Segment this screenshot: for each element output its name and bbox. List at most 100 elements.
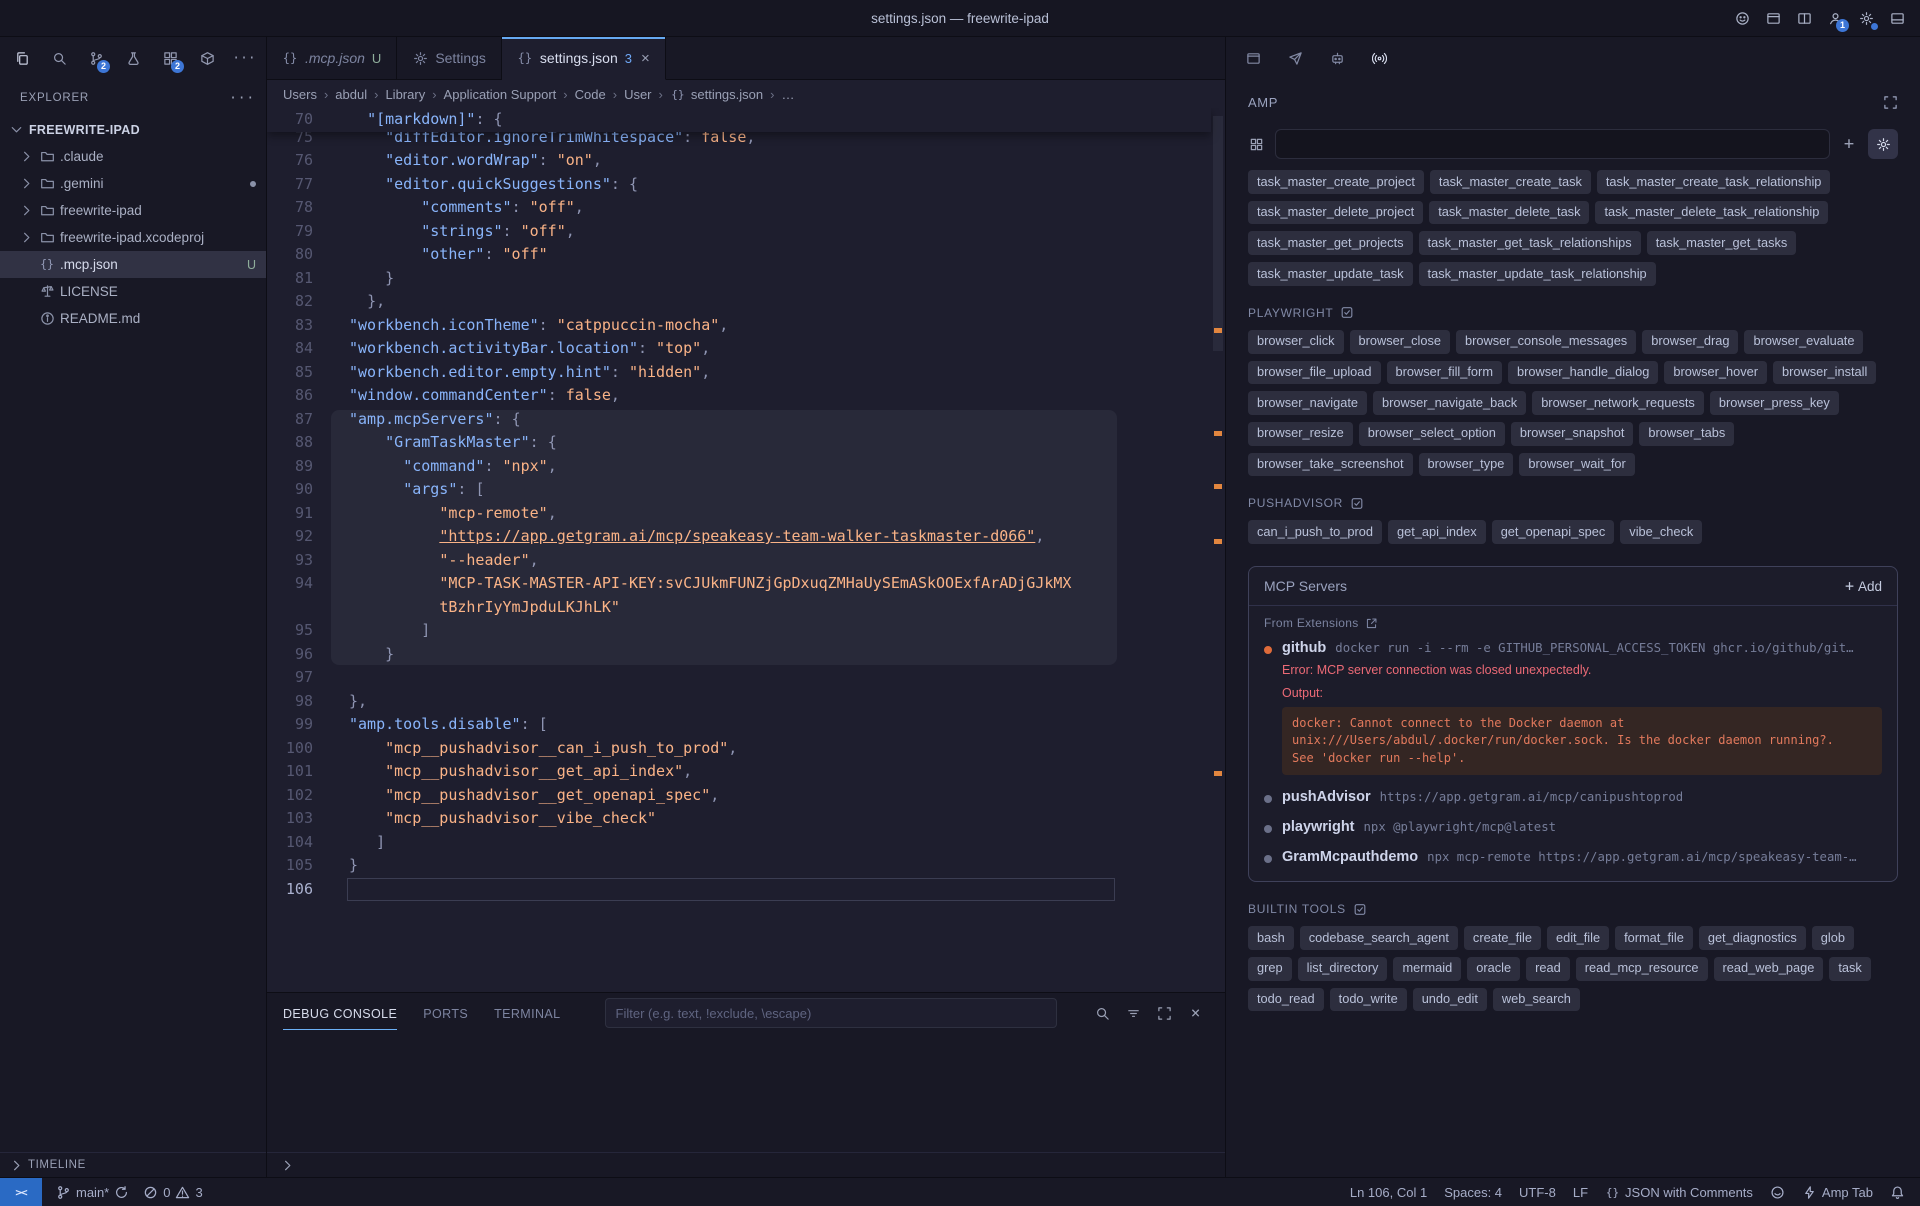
tool-chip[interactable]: browser_resize [1248,422,1353,446]
editor-line[interactable]: 79 "strings": "off", [267,220,1225,244]
code-editor[interactable]: 70 "[markdown]": { 75 "diffEditor.ignore… [267,108,1225,992]
editor-line[interactable]: 99"amp.tools.disable": [ [267,713,1225,737]
editor-line[interactable]: tBzhrIyYmJpduLKJhLK" [267,596,1225,620]
editor-line[interactable]: 106 [267,878,1225,902]
tool-chip[interactable]: read [1526,957,1570,981]
close-icon[interactable]: × [1188,1005,1204,1021]
tab-settings.json[interactable]: {}settings.json3× [502,37,666,80]
breadcrumb-item[interactable]: Code [575,87,606,102]
activity-source-control-icon[interactable]: 2 [82,44,110,74]
tool-chip[interactable]: browser_handle_dialog [1508,361,1658,385]
panel-view-broadcast-icon[interactable] [1366,46,1392,72]
tool-chip[interactable]: browser_snapshot [1511,422,1634,446]
tool-chip[interactable]: browser_network_requests [1532,391,1704,415]
mcp-server-row[interactable]: pushAdvisorhttps://app.getgram.ai/mcp/ca… [1264,779,1882,809]
tree-item[interactable]: LICENSE [0,278,266,305]
tree-item[interactable]: README.md [0,305,266,332]
branch-status[interactable]: main* [56,1185,129,1200]
editor-line[interactable]: 77 "editor.quickSuggestions": { [267,173,1225,197]
tool-chip[interactable]: task_master_get_task_relationships [1419,231,1641,255]
tool-chip[interactable]: task_master_update_task [1248,262,1413,286]
activity-search-icon[interactable] [45,44,73,74]
timeline-section[interactable]: TIMELINE [0,1152,266,1177]
chevron-right-icon[interactable] [279,1157,295,1173]
tool-chip[interactable]: browser_wait_for [1519,453,1634,477]
checkbox-icon[interactable] [1350,496,1364,510]
tool-chip[interactable]: browser_select_option [1359,422,1505,446]
search-icon[interactable] [1095,1005,1111,1021]
split-editor-icon[interactable] [1795,10,1813,28]
tool-chip[interactable]: task [1829,957,1870,981]
tool-chip[interactable]: browser_navigate [1248,391,1367,415]
breadcrumb-item[interactable]: Library [385,87,425,102]
editor-line[interactable]: 86"window.commandCenter": false, [267,384,1225,408]
breadcrumb-item[interactable]: User [624,87,651,102]
breadcrumb-item[interactable]: {}settings.json [670,86,763,102]
tool-chip[interactable]: browser_tabs [1639,422,1734,446]
tool-chip[interactable]: task_master_get_projects [1248,231,1413,255]
from-extensions-link[interactable]: From Extensions [1264,616,1882,630]
editor-line[interactable]: 103 "mcp__pushadvisor__vibe_check" [267,807,1225,831]
tree-item[interactable]: {}.mcp.jsonU [0,251,266,278]
editor-line[interactable]: 95 ] [267,619,1225,643]
tool-chip[interactable]: vibe_check [1620,520,1702,544]
tool-chip[interactable]: browser_close [1350,330,1451,354]
tool-chip[interactable]: browser_take_screenshot [1248,453,1413,477]
tool-chip[interactable]: browser_hover [1664,361,1767,385]
tool-chip[interactable]: get_openapi_spec [1492,520,1615,544]
tool-chip[interactable]: todo_write [1330,988,1407,1012]
tab-Settings[interactable]: Settings [397,37,502,79]
activity-testing-flask-icon[interactable] [119,44,147,74]
status-notifications[interactable] [1890,1185,1905,1200]
panel-tab-ports[interactable]: PORTS [423,997,468,1030]
tool-chip[interactable]: browser_file_upload [1248,361,1381,385]
editor-line[interactable]: 94 "MCP-TASK-MASTER-API-KEY:svCJUkmFUNZj… [267,572,1225,596]
status-indentation[interactable]: Spaces: 4 [1444,1185,1502,1200]
tool-chip[interactable]: task_master_create_project [1248,170,1424,194]
status-eol[interactable]: LF [1573,1185,1588,1200]
editor-line[interactable]: 90 "args": [ [267,478,1225,502]
tool-chip[interactable]: browser_console_messages [1456,330,1636,354]
tool-chip[interactable]: list_directory [1298,957,1388,981]
editor-line[interactable]: 76 "editor.wordWrap": "on", [267,149,1225,173]
editor-line[interactable]: 105} [267,854,1225,878]
tool-chip[interactable]: create_file [1464,926,1541,950]
status-feedback[interactable] [1770,1185,1785,1200]
tool-chip[interactable]: read_mcp_resource [1576,957,1708,981]
editor-line[interactable]: 85"workbench.editor.empty.hint": "hidden… [267,361,1225,385]
tool-chip[interactable]: task_master_get_tasks [1647,231,1797,255]
filter-lines-icon[interactable] [1126,1005,1142,1021]
activity-more-icon[interactable]: ··· [230,44,258,74]
tool-chip[interactable]: browser_install [1773,361,1876,385]
mcp-server-row[interactable]: GramMcpauthdemonpx mcp-remote https://ap… [1264,839,1882,869]
status-cursor-position[interactable]: Ln 106, Col 1 [1350,1185,1427,1200]
editor-line[interactable]: 78 "comments": "off", [267,196,1225,220]
filter-input[interactable] [605,998,1057,1028]
layout-panel-icon[interactable] [1888,10,1906,28]
close-icon[interactable]: × [641,50,650,67]
editor-line[interactable]: 102 "mcp__pushadvisor__get_openapi_spec"… [267,784,1225,808]
tool-chip[interactable]: grep [1248,957,1292,981]
add-icon[interactable]: + [1841,136,1857,152]
tool-chip[interactable]: mermaid [1393,957,1461,981]
expand-icon[interactable] [1157,1005,1173,1021]
status-encoding[interactable]: UTF-8 [1519,1185,1556,1200]
tool-chip[interactable]: todo_read [1248,988,1324,1012]
tool-chip[interactable]: browser_drag [1642,330,1738,354]
tool-chip[interactable]: task_master_delete_project [1248,201,1423,225]
breadcrumb-item[interactable]: Users [283,87,317,102]
remote-indicator[interactable]: >< [0,1178,42,1206]
tool-chip[interactable]: read_web_page [1714,957,1824,981]
checkbox-icon[interactable] [1340,306,1354,320]
tree-item[interactable]: .claude [0,143,266,170]
panel-view-window-icon[interactable] [1240,46,1266,72]
add-server-button[interactable]: + Add [1845,579,1882,594]
editor-line[interactable]: 83"workbench.iconTheme": "catppuccin-moc… [267,314,1225,338]
panel-tab-debug-console[interactable]: DEBUG CONSOLE [283,997,397,1030]
editor-line[interactable]: 97 [267,666,1225,690]
more-actions-icon[interactable]: ··· [234,90,250,106]
tool-chip[interactable]: edit_file [1547,926,1609,950]
editor-line[interactable]: 96 } [267,643,1225,667]
editor-line[interactable]: 101 "mcp__pushadvisor__get_api_index", [267,760,1225,784]
tool-chip[interactable]: web_search [1493,988,1580,1012]
